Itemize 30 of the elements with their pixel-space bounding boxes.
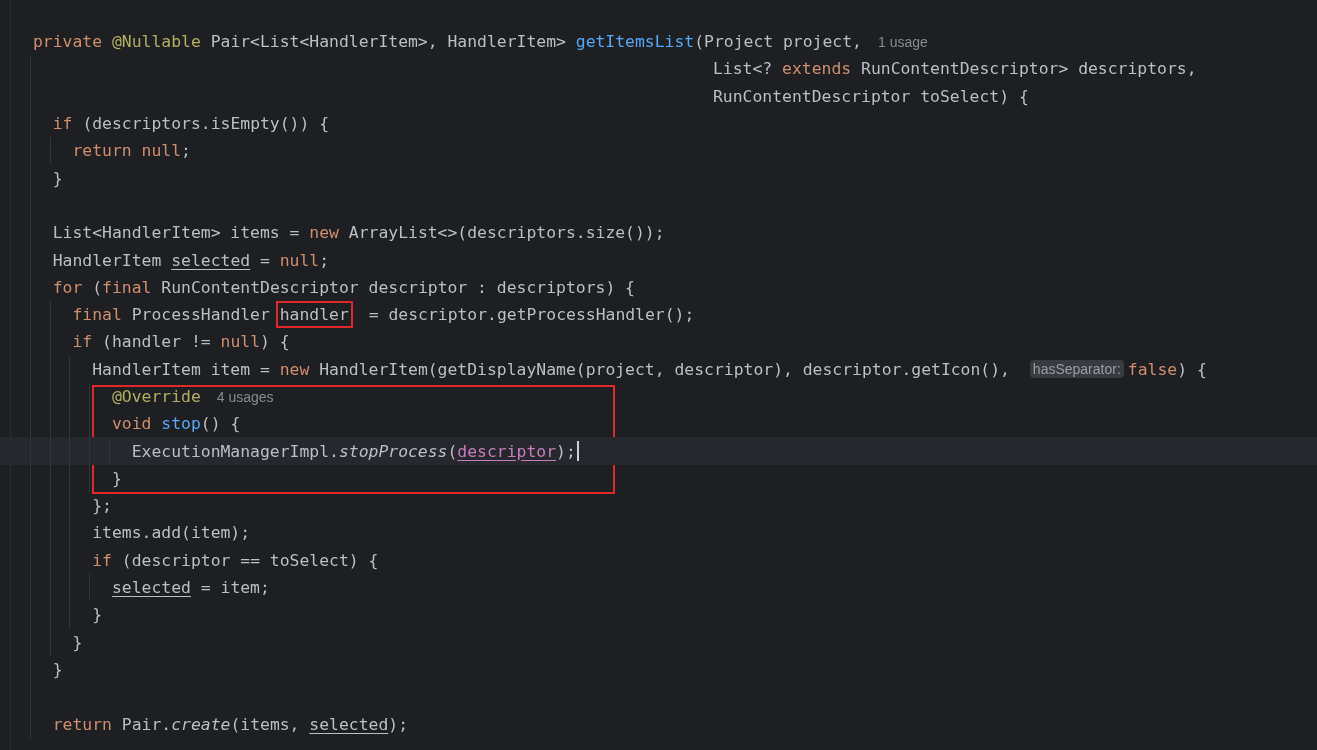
code-text: List<HandlerItem> items = new ArrayList<>(descriptors.size()); xyxy=(51,223,665,243)
code-text: } xyxy=(51,168,63,188)
code-text: selected = item; xyxy=(110,578,270,598)
code-text: } xyxy=(91,605,103,625)
code-text: false) { xyxy=(1127,359,1207,379)
code-text: for (final RunContentDescriptor descriptor : descriptors) { xyxy=(51,277,635,297)
text-caret xyxy=(576,441,579,462)
code-text: HandlerItem item = new HandlerItem(getDisplayName(project, descriptor), descriptor.getIcon(), xyxy=(91,359,1011,379)
code-text: @Override xyxy=(110,387,201,406)
code-text: final ProcessHandler xyxy=(71,305,271,325)
code-text: ExecutionManagerImpl.stopProcess(descriptor); xyxy=(130,441,576,461)
code-text: void stop() { xyxy=(110,414,241,434)
code-text: }; xyxy=(91,496,112,516)
code-text: = descriptor.getProcessHandler(); xyxy=(367,305,695,325)
code-text: if (descriptor == toSelect) { xyxy=(91,550,379,570)
code-text: RunContentDescriptor toSelect) { xyxy=(713,86,1029,106)
code-text: if (handler != null) { xyxy=(71,332,290,352)
code-text: items.add(item); xyxy=(91,523,251,543)
code-text: } xyxy=(110,468,122,488)
code-text: HandlerItem selected = null; xyxy=(51,250,330,270)
code-text: } xyxy=(51,659,63,679)
code-text: if (descriptors.isEmpty()) { xyxy=(51,114,330,134)
code-text: List<? extends RunContentDescriptor> descriptors, xyxy=(713,59,1197,79)
parameter-hint: hasSeparator: xyxy=(1029,360,1124,379)
code-text: return null; xyxy=(71,141,191,161)
usage-hint[interactable]: 1 usage xyxy=(877,33,928,50)
code-text: private @Nullable Pair<List<HandlerItem>, HandlerItem> getItemsList(Project project, xyxy=(33,32,862,52)
usage-hint[interactable]: 4 usages xyxy=(216,388,274,405)
code-text: return Pair.create(items, selected); xyxy=(51,714,409,734)
code-text: } xyxy=(71,632,83,652)
